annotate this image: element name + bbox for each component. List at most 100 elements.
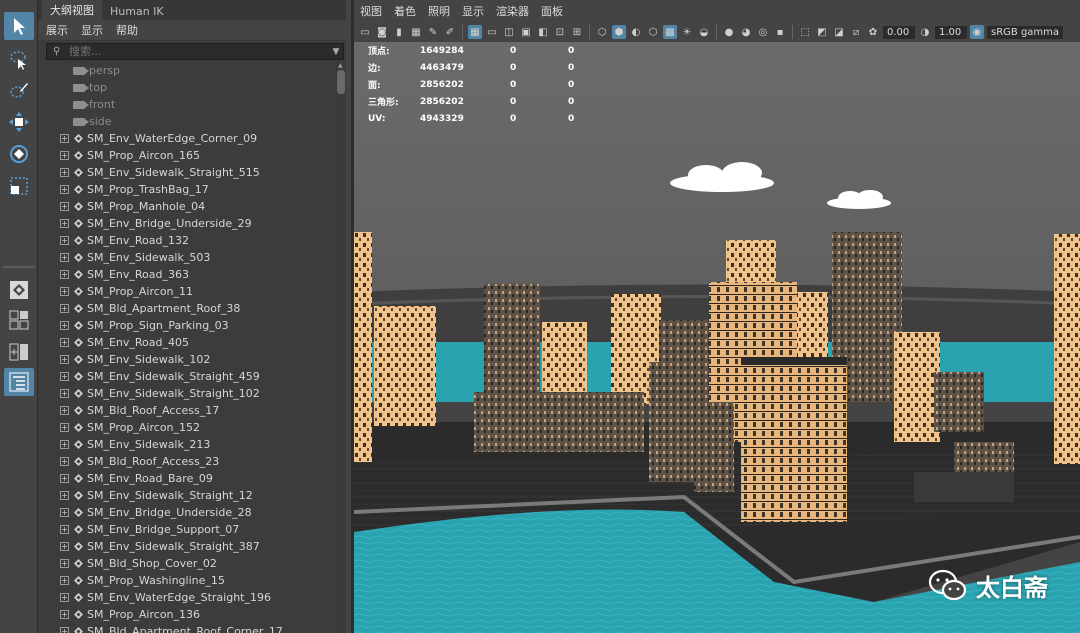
outliner-scrollbar[interactable]: ▲ [336, 62, 346, 633]
expand-icon[interactable]: + [60, 389, 69, 398]
lights-icon[interactable]: ☀ [680, 25, 694, 39]
safe-title-icon[interactable]: ⊞ [570, 25, 584, 39]
expand-icon[interactable]: + [60, 287, 69, 296]
outliner-object-item[interactable]: + SM_Env_Sidewalk_102 [38, 351, 336, 368]
outliner-object-item[interactable]: + SM_Prop_Sign_Parking_03 [38, 317, 336, 334]
expand-icon[interactable]: + [60, 219, 69, 228]
expand-icon[interactable]: + [60, 321, 69, 330]
outliner-object-item[interactable]: + SM_Bld_Shop_Cover_02 [38, 555, 336, 572]
anti-aliasing-icon[interactable]: ◎ [756, 25, 770, 39]
outliner-object-item[interactable]: + SM_Env_Sidewalk_Straight_515 [38, 164, 336, 181]
expand-icon[interactable]: + [60, 525, 69, 534]
outliner-object-item[interactable]: + SM_Env_WaterEdge_Corner_09 [38, 130, 336, 147]
grease-pencil-icon[interactable]: ✐ [443, 25, 457, 39]
expand-icon[interactable]: + [60, 491, 69, 500]
outliner-object-item[interactable]: + SM_Prop_Manhole_04 [38, 198, 336, 215]
chevron-down-icon[interactable]: ▼ [329, 47, 343, 57]
outliner-object-item[interactable]: + SM_Env_Sidewalk_Straight_459 [38, 368, 336, 385]
exposure-field[interactable]: 0.00 [883, 25, 915, 39]
xray-joints-icon[interactable]: ⧄ [849, 25, 863, 39]
outliner-object-item[interactable]: + SM_Env_Bridge_Underside_28 [38, 504, 336, 521]
expand-icon[interactable]: + [60, 151, 69, 160]
expand-icon[interactable]: + [60, 338, 69, 347]
menu-view[interactable]: 视图 [360, 3, 382, 19]
outliner-object-item[interactable]: + SM_Prop_Aircon_152 [38, 419, 336, 436]
resolution-gate-icon[interactable]: ◫ [502, 25, 516, 39]
shadows-icon[interactable]: ◒ [697, 25, 711, 39]
outliner-layout-icon[interactable] [4, 368, 34, 396]
outliner-object-item[interactable]: + SM_Prop_Aircon_165 [38, 147, 336, 164]
two-view-layout-icon[interactable] [4, 338, 34, 366]
camera-attributes-icon[interactable]: ▭ [358, 25, 372, 39]
outliner-object-item[interactable]: + SM_Env_Bridge_Underside_29 [38, 215, 336, 232]
expand-icon[interactable]: + [60, 542, 69, 551]
outliner-object-item[interactable]: + SM_Prop_Aircon_136 [38, 606, 336, 623]
expand-icon[interactable]: + [60, 559, 69, 568]
default-material-icon[interactable]: ◐ [629, 25, 643, 39]
outliner-object-item[interactable]: + SM_Env_Road_132 [38, 232, 336, 249]
outliner-object-item[interactable]: + SM_Bld_Roof_Access_23 [38, 453, 336, 470]
outliner-object-item[interactable]: + SM_Env_Sidewalk_Straight_387 [38, 538, 336, 555]
tab-outliner[interactable]: 大纲视图 [42, 0, 102, 20]
color-management-icon[interactable]: ◉ [970, 25, 984, 39]
expand-icon[interactable]: + [60, 355, 69, 364]
expand-icon[interactable]: + [60, 576, 69, 585]
expand-icon[interactable]: + [60, 457, 69, 466]
search-input[interactable] [47, 45, 329, 58]
menu-help[interactable]: 帮助 [116, 22, 138, 38]
paint-select-tool-icon[interactable] [4, 76, 34, 104]
outliner-object-item[interactable]: + SM_Env_Road_363 [38, 266, 336, 283]
expand-icon[interactable]: + [60, 168, 69, 177]
expand-icon[interactable]: + [60, 270, 69, 279]
outliner-camera-item[interactable]: front [38, 96, 336, 113]
outliner-object-item[interactable]: + SM_Bld_Roof_Access_17 [38, 402, 336, 419]
outliner-camera-item[interactable]: persp [38, 62, 336, 79]
expand-icon[interactable]: + [60, 304, 69, 313]
depth-of-field-icon[interactable]: ▪ [773, 25, 787, 39]
outliner-object-item[interactable]: + SM_Env_WaterEdge_Straight_196 [38, 589, 336, 606]
expand-icon[interactable]: + [60, 372, 69, 381]
isolate-select-icon[interactable]: ⬚ [798, 25, 812, 39]
expand-icon[interactable]: + [60, 236, 69, 245]
wireframe-icon[interactable]: ⬡ [595, 25, 609, 39]
gate-mask-icon[interactable]: ▣ [519, 25, 533, 39]
expand-icon[interactable]: + [60, 474, 69, 483]
paint-icon[interactable]: ✎ [426, 25, 440, 39]
scrollbar-thumb[interactable] [337, 70, 345, 94]
menu-show[interactable]: 显示 [81, 22, 103, 38]
four-view-layout-icon[interactable] [4, 306, 34, 334]
outliner-object-item[interactable]: + SM_Env_Sidewalk_Straight_102 [38, 385, 336, 402]
gamma-field[interactable]: 1.00 [935, 25, 967, 39]
expand-icon[interactable]: + [60, 423, 69, 432]
textured-icon[interactable]: ▩ [663, 25, 677, 39]
outliner-object-item[interactable]: + SM_Env_Sidewalk_503 [38, 249, 336, 266]
safe-action-icon[interactable]: ⊡ [553, 25, 567, 39]
menu-renderer[interactable]: 渲染器 [496, 3, 529, 19]
expand-icon[interactable]: + [60, 508, 69, 517]
camera-icon[interactable]: ◙ [375, 25, 389, 39]
film-gate-icon[interactable]: ▭ [485, 25, 499, 39]
outliner-object-item[interactable]: + SM_Env_Road_Bare_09 [38, 470, 336, 487]
menu-shading[interactable]: 着色 [394, 3, 416, 19]
expand-icon[interactable]: + [60, 593, 69, 602]
bookmark-icon[interactable]: ▮ [392, 25, 406, 39]
outliner-object-item[interactable]: + SM_Prop_Aircon_11 [38, 283, 336, 300]
tab-human-ik[interactable]: Human IK [102, 2, 172, 20]
expand-icon[interactable]: + [60, 627, 69, 633]
outliner-object-item[interactable]: + SM_Env_Road_405 [38, 334, 336, 351]
screen-space-ao-icon[interactable]: ● [722, 25, 736, 39]
expand-icon[interactable]: + [60, 610, 69, 619]
field-chart-icon[interactable]: ◧ [536, 25, 550, 39]
menu-show[interactable]: 显示 [462, 3, 484, 19]
xray-active-icon[interactable]: ◪ [832, 25, 846, 39]
outliner-object-item[interactable]: + SM_Prop_TrashBag_17 [38, 181, 336, 198]
lasso-tool-icon[interactable] [4, 46, 34, 74]
3d-scene-view[interactable]: 顶点: 1649284 0 0 边: 4463479 0 0 面: 2856202 0 0 三角形: 28… [354, 42, 1080, 633]
outliner-camera-item[interactable]: top [38, 79, 336, 96]
single-view-layout-icon[interactable] [4, 276, 34, 304]
outliner-object-item[interactable]: + SM_Bld_Apartment_Roof_Corner_17 [38, 623, 336, 633]
outliner-object-item[interactable]: + SM_Env_Bridge_Support_07 [38, 521, 336, 538]
expand-icon[interactable]: + [60, 406, 69, 415]
color-space-select[interactable]: sRGB gamma [987, 25, 1064, 39]
outliner-object-item[interactable]: + SM_Bld_Apartment_Roof_38 [38, 300, 336, 317]
